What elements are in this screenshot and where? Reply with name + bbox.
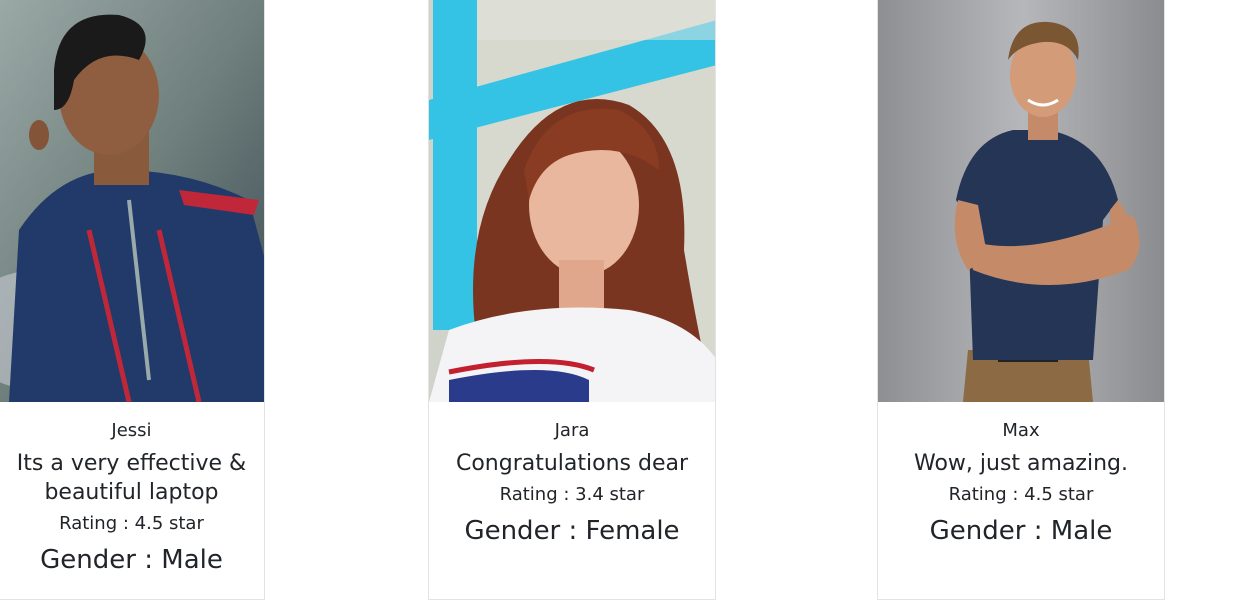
review-text: Its a very effective & beautiful laptop — [16, 451, 247, 505]
reviewer-name: Jara — [554, 420, 590, 441]
review-text: Congratulations dear — [455, 451, 689, 476]
gender-text: Gender : Male — [40, 545, 223, 575]
card-body: Jessi Its a very effective & beautiful l… — [0, 402, 264, 577]
reviewer-name: Jessi — [111, 420, 152, 441]
reviewer-photo — [0, 0, 264, 402]
gender-text: Gender : Male — [929, 516, 1113, 546]
reviewer-name: Max — [1002, 420, 1040, 441]
reviewer-photo — [878, 0, 1164, 402]
reviewer-photo — [429, 0, 715, 402]
review-card: Jessi Its a very effective & beautiful l… — [0, 0, 265, 600]
review-card: Jara Congratulations dear Rating : 3.4 s… — [428, 0, 716, 600]
gender-text: Gender : Female — [464, 516, 680, 546]
card-body: Jara Congratulations dear Rating : 3.4 s… — [429, 402, 715, 548]
review-text: Wow, just amazing. — [914, 451, 1128, 476]
review-card: Max Wow, just amazing. Rating : 4.5 star… — [877, 0, 1165, 600]
rating-text: Rating : 3.4 star — [499, 484, 645, 505]
rating-text: Rating : 4.5 star — [59, 513, 204, 534]
card-body: Max Wow, just amazing. Rating : 4.5 star… — [878, 402, 1164, 548]
rating-text: Rating : 4.5 star — [948, 484, 1094, 505]
